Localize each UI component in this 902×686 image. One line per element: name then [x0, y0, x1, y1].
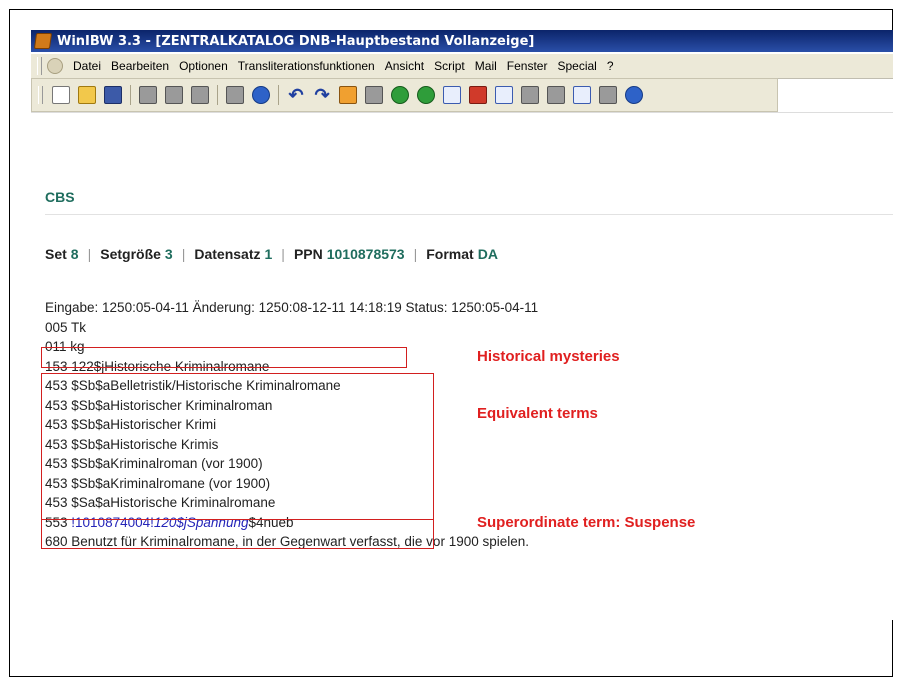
paste-icon[interactable]	[191, 86, 209, 104]
bookmark-icon[interactable]	[365, 86, 383, 104]
toolbar-separator	[217, 85, 218, 105]
separator: |	[87, 246, 92, 262]
window-titlebar: WinIBW 3.3 - [ZENTRALKATALOG DNB-Hauptbe…	[31, 30, 893, 52]
help-box-icon[interactable]	[573, 86, 591, 104]
tree-icon[interactable]	[521, 86, 539, 104]
up-arrow-icon[interactable]	[625, 86, 643, 104]
set-value: 8	[70, 246, 79, 262]
list-view-icon[interactable]	[443, 86, 461, 104]
home-icon[interactable]	[339, 86, 357, 104]
set-info-bar: Set 8 | Setgröße 3 | Datensatz 1 | PPN 1010878573 |…	[45, 246, 498, 262]
menu-grip	[37, 57, 42, 75]
menu-datei[interactable]: Datei	[69, 59, 105, 73]
annotation-box-superordinate	[41, 519, 434, 549]
ppn-value[interactable]: 1010878573	[327, 246, 405, 262]
book-dark-icon[interactable]	[599, 86, 617, 104]
menu-script[interactable]: Script	[430, 59, 469, 73]
menu-bar: Datei Bearbeiten Optionen Transliteratio…	[31, 54, 893, 79]
menu-help[interactable]: ?	[603, 59, 618, 73]
annotation-equivalent-terms: Equivalent terms	[477, 405, 598, 422]
toolbar-grip	[38, 86, 43, 104]
menu-ansicht[interactable]: Ansicht	[381, 59, 428, 73]
help-icon[interactable]	[252, 86, 270, 104]
menu-mail[interactable]: Mail	[471, 59, 501, 73]
annotation-superordinate-term: Superordinate term: Suspense	[477, 514, 696, 531]
toolbar-separator	[278, 85, 279, 105]
redo-icon[interactable]: ↷	[313, 86, 331, 104]
menu-transliterationsfunktionen[interactable]: Transliterationsfunktionen	[234, 59, 379, 73]
back-icon[interactable]	[391, 86, 409, 104]
setsize-label: Setgröße	[100, 246, 161, 262]
document-icon[interactable]	[47, 58, 63, 74]
window-title: WinIBW 3.3 - [ZENTRALKATALOG DNB-Hauptbe…	[57, 33, 535, 49]
separator: |	[181, 246, 186, 262]
record-value: 1	[264, 246, 273, 262]
open-folder-icon[interactable]	[78, 86, 96, 104]
separator: |	[413, 246, 418, 262]
record-line: Eingabe: 1250:05-04-11 Änderung: 1250:08…	[45, 300, 539, 315]
separator: |	[281, 246, 285, 262]
record-label: Datensatz	[194, 246, 261, 262]
setsize-value: 3	[164, 246, 173, 262]
header-divider	[45, 214, 893, 215]
print-icon[interactable]	[226, 86, 244, 104]
menu-special[interactable]: Special	[553, 59, 600, 73]
menu-optionen[interactable]: Optionen	[175, 59, 232, 73]
list-red-icon[interactable]	[469, 86, 487, 104]
annotation-box-heading	[41, 347, 407, 368]
undo-icon[interactable]: ↶	[287, 86, 305, 104]
format-label: Format	[426, 246, 474, 262]
format-value: DA	[477, 246, 498, 262]
annotation-historical-mysteries: Historical mysteries	[477, 348, 620, 365]
system-label: CBS	[45, 189, 75, 205]
ppn-label: PPN	[293, 246, 323, 262]
new-document-icon[interactable]	[52, 86, 70, 104]
copy-icon[interactable]	[165, 86, 183, 104]
toolbar: ↶ ↷	[31, 78, 778, 112]
menu-fenster[interactable]: Fenster	[503, 59, 552, 73]
toolbar-separator	[130, 85, 131, 105]
save-icon[interactable]	[104, 86, 122, 104]
screenshot: WinIBW 3.3 - [ZENTRALKATALOG DNB-Hauptbe…	[31, 30, 893, 620]
cut-icon[interactable]	[139, 86, 157, 104]
app-icon	[33, 33, 53, 49]
forward-icon[interactable]	[417, 86, 435, 104]
set-label: Set	[45, 246, 67, 262]
annotation-box-equivalents	[41, 373, 434, 520]
book-icon[interactable]	[547, 86, 565, 104]
menu-bearbeiten[interactable]: Bearbeiten	[107, 59, 173, 73]
index-icon[interactable]	[495, 86, 513, 104]
record-line: 005 Tk	[45, 319, 87, 335]
